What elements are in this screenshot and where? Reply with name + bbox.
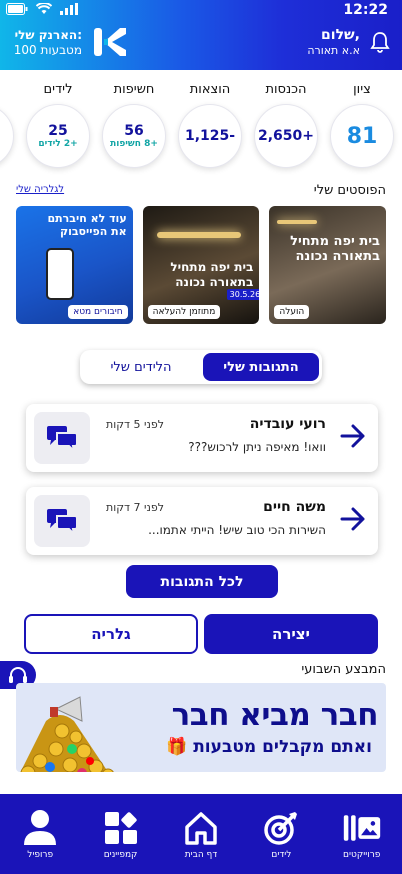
reply-message: השירות הכי טוב שיש! הייתי אתמו... xyxy=(148,523,326,537)
app-screen: 12:22 שלום, א.א תאורה הארנק שלי: 100 מטב… xyxy=(0,0,402,874)
status-bar: 12:22 xyxy=(0,0,402,22)
stat-circle: 3 xyxy=(0,104,14,168)
greeting: שלום, א.א תאורה xyxy=(307,28,360,58)
nav-label: דף הבית xyxy=(184,850,218,860)
bell-icon[interactable] xyxy=(370,31,390,53)
coins-megaphone-image xyxy=(20,696,114,772)
tab-my-leads[interactable]: הלידים שלי xyxy=(83,353,199,381)
post-card[interactable]: עוד לא חיברתם את הפייסבוק חיבורים מטא xyxy=(15,206,133,324)
nav-campaigns[interactable]: קמפיינים xyxy=(86,808,156,860)
stat-label: חשיפות xyxy=(113,82,155,97)
gallery-button[interactable]: גלריה xyxy=(24,614,198,654)
reply-time: לפני 5 דקות xyxy=(106,418,165,431)
stat-income[interactable]: הכנסות +2,650 xyxy=(254,82,318,172)
nav-home[interactable]: דף הבית xyxy=(166,808,236,860)
promo-title: חבר מביא חבר xyxy=(171,697,379,733)
campaigns-icon xyxy=(101,808,141,848)
greeting-text: שלום, xyxy=(321,27,360,43)
stat-circle: -1,125 xyxy=(178,104,242,168)
reply-author: רועי עובדיה xyxy=(249,416,326,432)
wallet-balance: 100 מטבעות xyxy=(13,43,82,57)
stat-score[interactable]: ציון 81 xyxy=(330,82,394,172)
post-text: עוד לא חיברתם את הפייסבוק xyxy=(47,212,127,238)
promo-banner[interactable]: חבר מביא חבר ואתם מקבלים מטבעות 🎁 xyxy=(16,683,386,772)
stat-partial[interactable]: ער 3 xyxy=(0,82,14,172)
stat-value: -1,125 xyxy=(184,128,236,144)
gallery-link[interactable]: לגלריה שלי xyxy=(16,184,64,195)
stat-circle: 56 +8 חשיפות xyxy=(102,104,166,168)
stat-label: הכנסות xyxy=(265,82,307,97)
nav-label: לידים xyxy=(271,850,292,860)
arrow-right-icon[interactable] xyxy=(340,423,366,449)
nav-profile[interactable]: פרופיל xyxy=(5,808,75,860)
tab-my-replies[interactable]: התגובות שלי xyxy=(203,353,319,381)
post-card[interactable]: בית יפה מתחיל בתאורה נכונה 30.5.26 מתוזמ… xyxy=(142,206,260,324)
post-text: בית יפה מתחיל בתאורה נכונה xyxy=(290,234,380,264)
status-icons xyxy=(6,3,78,15)
posts-title: הפוסטים שלי xyxy=(313,183,386,198)
header: 12:22 שלום, א.א תאורה הארנק שלי: 100 מטב… xyxy=(0,0,402,70)
stat-label: הוצאות xyxy=(189,82,231,97)
stats-row[interactable]: ציון 81 הכנסות +2,650 הוצאות -1,125 חשיפ… xyxy=(0,82,402,172)
arrow-right-icon[interactable] xyxy=(340,506,366,532)
nav-label: פרופיל xyxy=(27,850,54,860)
nav-label: פרוייקטים xyxy=(343,850,381,860)
stat-label: ציון xyxy=(353,82,371,97)
stat-value: 81 xyxy=(346,123,378,149)
lamp-image xyxy=(277,220,318,224)
stat-sub: +2 לידים xyxy=(38,139,78,149)
wallet-title: הארנק שלי: xyxy=(14,28,82,42)
stat-value: 56 xyxy=(124,123,144,139)
post-date: 30.5.26 xyxy=(226,289,260,300)
stat-circle: 25 +2 לידים xyxy=(26,104,90,168)
reply-card[interactable]: רועי עובדיה וואו! מאיפה ניתן לרכוש??? לפ… xyxy=(26,404,378,472)
signal-icon xyxy=(60,3,78,15)
app-logo xyxy=(94,28,126,56)
battery-icon xyxy=(6,3,28,15)
chandelier-image xyxy=(156,232,241,238)
nav-leads[interactable]: לידים xyxy=(246,808,316,860)
profile-icon xyxy=(20,808,60,848)
reply-message: וואו! מאיפה ניתן לרכוש??? xyxy=(188,440,326,454)
stat-circle: 81 xyxy=(330,104,394,168)
business-name: א.א תאורה xyxy=(307,44,360,57)
reply-time: לפני 7 דקות xyxy=(106,501,165,514)
promo-subtitle: ואתם מקבלים מטבעות 🎁 xyxy=(166,737,372,757)
leads-icon xyxy=(261,808,301,848)
reply-card[interactable]: משה חיים השירות הכי טוב שיש! הייתי אתמו.… xyxy=(26,487,378,555)
replies-leads-toggle: התגובות שלי הלידים שלי xyxy=(80,350,322,384)
reply-author: משה חיים xyxy=(263,499,326,515)
post-status-badge: חיבורים מטא xyxy=(68,305,128,319)
stat-expenses[interactable]: הוצאות -1,125 xyxy=(178,82,242,172)
create-button[interactable]: יצירה xyxy=(204,614,378,654)
phone-image xyxy=(45,248,74,300)
weekly-deal-title: המבצע השבועי xyxy=(301,662,386,677)
status-time: 12:22 xyxy=(343,2,388,18)
nav-projects[interactable]: פרוייקטים xyxy=(327,808,397,860)
bottom-nav: פרוייקטים לידים דף הבית קמפיינים פרופיל xyxy=(0,794,402,874)
chat-icon xyxy=(34,412,90,464)
all-replies-button[interactable]: לכל התגובות xyxy=(126,565,278,598)
post-card[interactable]: בית יפה מתחיל בתאורה נכונה הועלה xyxy=(269,206,386,324)
projects-icon xyxy=(342,808,382,848)
stat-leads[interactable]: לידים 25 +2 לידים xyxy=(26,82,90,172)
stat-value: 25 xyxy=(48,123,68,139)
posts-strip: בית יפה מתחיל בתאורה נכונה הועלה בית יפה… xyxy=(15,206,386,324)
stat-label: לידים xyxy=(43,82,73,97)
stat-sub: +8 חשיפות xyxy=(110,139,158,149)
stat-circle: +2,650 xyxy=(254,104,318,168)
wifi-icon xyxy=(36,3,52,14)
stat-exposures[interactable]: חשיפות 56 +8 חשיפות xyxy=(102,82,166,172)
stat-value: +2,650 xyxy=(257,128,315,144)
nav-label: קמפיינים xyxy=(103,850,138,860)
home-icon xyxy=(181,808,221,848)
post-status-badge: מתוזמן להעלאה xyxy=(147,305,221,319)
post-status-badge: הועלה xyxy=(274,305,310,319)
wallet[interactable]: הארנק שלי: 100 מטבעות xyxy=(12,28,82,58)
chat-icon xyxy=(34,495,90,547)
post-text: בית יפה מתחיל בתאורה נכונה xyxy=(170,260,254,289)
